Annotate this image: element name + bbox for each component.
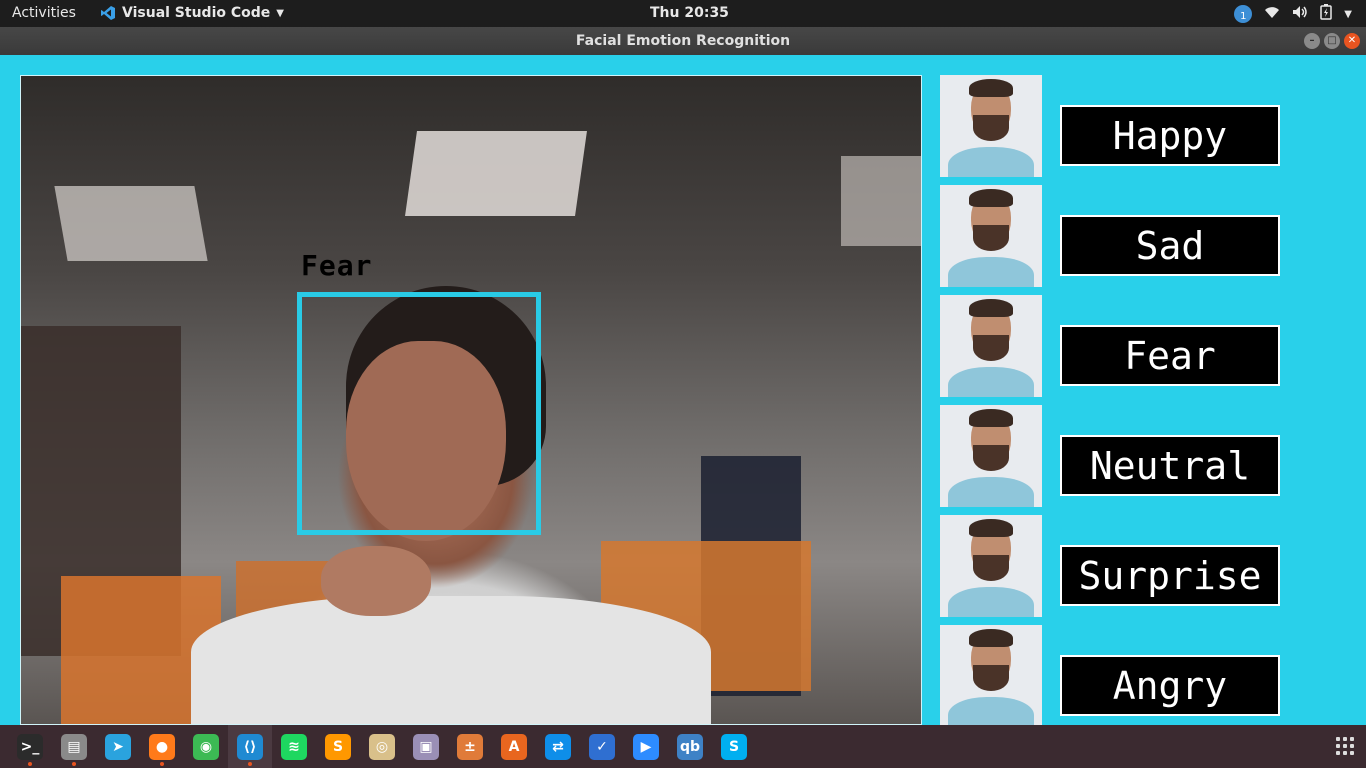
volume-icon: [1292, 5, 1308, 23]
emotion-button-fear[interactable]: Fear: [1060, 325, 1280, 386]
wifi-icon: [1264, 5, 1280, 23]
ceiling-light: [405, 131, 587, 216]
dock-item-terminal[interactable]: >_: [8, 725, 52, 768]
detected-emotion-label: Fear: [301, 249, 373, 282]
vscode-icon: ⟨⟩: [237, 733, 263, 760]
running-indicator: [248, 762, 252, 766]
system-tray[interactable]: 1 ▼: [1234, 4, 1352, 24]
screenshot-icon: ▣: [413, 733, 439, 760]
running-indicator: [28, 762, 32, 766]
emotion-button-surprise[interactable]: Surprise: [1060, 545, 1280, 606]
dock-item-vscode[interactable]: ⟨⟩: [228, 725, 272, 768]
notification-badge[interactable]: 1: [1234, 5, 1253, 23]
app-menu[interactable]: Visual Studio Code ▼: [100, 5, 284, 21]
dock-item-software-center[interactable]: A: [492, 725, 536, 768]
window-title: Facial Emotion Recognition: [575, 33, 791, 49]
emotion-image-happy: [940, 75, 1042, 177]
dock-item-music-player[interactable]: ◎: [360, 725, 404, 768]
emotion-row-sad: Sad: [940, 185, 1280, 287]
chevron-down-icon: ▼: [276, 7, 284, 19]
emotion-row-surprise: Surprise: [940, 515, 1280, 617]
clock[interactable]: Thu 20:35: [650, 5, 729, 21]
dock-item-calculator[interactable]: ±: [448, 725, 492, 768]
camera-feed: Fear: [20, 75, 922, 725]
show-applications-icon[interactable]: [1336, 737, 1354, 755]
zoom-icon: ▶: [633, 733, 659, 760]
person-shirt: [191, 596, 711, 724]
emotion-image-fear: [940, 295, 1042, 397]
ceiling-light: [841, 156, 921, 246]
qbittorrent-icon: qb: [677, 733, 703, 760]
dock-item-teamviewer[interactable]: ⇄: [536, 725, 580, 768]
vscode-icon: [100, 5, 116, 21]
emotion-button-sad[interactable]: Sad: [1060, 215, 1280, 276]
dock-item-zoom[interactable]: ▶: [624, 725, 668, 768]
emotion-row-neutral: Neutral: [940, 405, 1280, 507]
running-indicator: [160, 762, 164, 766]
software-center-icon: A: [501, 733, 527, 760]
dock-item-telegram[interactable]: ➤: [96, 725, 140, 768]
emotion-image-neutral: [940, 405, 1042, 507]
dock: >_ ▤ ➤ ● ◉ ⟨⟩ ≋ S ◎ ▣ ± A ⇄ ✓ ▶ qb S: [0, 725, 1366, 768]
calculator-icon: ±: [457, 733, 483, 760]
files-icon: ▤: [61, 733, 87, 760]
person-hand: [321, 546, 431, 616]
minimize-button[interactable]: –: [1304, 33, 1320, 49]
music-player-icon: ◎: [369, 733, 395, 760]
emotion-button-neutral[interactable]: Neutral: [1060, 435, 1280, 496]
firefox-icon: ●: [149, 733, 175, 760]
dock-item-screenshot[interactable]: ▣: [404, 725, 448, 768]
system-menu-chevron-icon: ▼: [1344, 8, 1352, 20]
window-titlebar[interactable]: Facial Emotion Recognition – □ ✕: [0, 27, 1366, 55]
emotion-button-angry[interactable]: Angry: [1060, 655, 1280, 716]
emotion-row-fear: Fear: [940, 295, 1280, 397]
emotion-row-angry: Angry: [940, 625, 1280, 727]
dock-item-spotify[interactable]: ≋: [272, 725, 316, 768]
activities-button[interactable]: Activities: [12, 5, 76, 21]
dock-item-skype[interactable]: S: [712, 725, 756, 768]
battery-icon: [1320, 4, 1333, 24]
close-button[interactable]: ✕: [1344, 33, 1360, 49]
dock-item-files[interactable]: ▤: [52, 725, 96, 768]
teamviewer-icon: ⇄: [545, 733, 571, 760]
emotion-image-surprise: [940, 515, 1042, 617]
terminal-icon: >_: [17, 733, 43, 760]
spotify-icon: ≋: [281, 733, 307, 760]
emotion-row-happy: Happy: [940, 75, 1280, 177]
face-detection-box: [297, 292, 541, 535]
telegram-icon: ➤: [105, 733, 131, 760]
chrome-icon: ◉: [193, 733, 219, 760]
sublime-icon: S: [325, 733, 351, 760]
app-name: Visual Studio Code: [122, 5, 271, 21]
dock-item-tasks[interactable]: ✓: [580, 725, 624, 768]
tasks-icon: ✓: [589, 733, 615, 760]
emotion-button-happy[interactable]: Happy: [1060, 105, 1280, 166]
dock-item-sublime[interactable]: S: [316, 725, 360, 768]
dock-item-firefox[interactable]: ●: [140, 725, 184, 768]
maximize-button[interactable]: □: [1324, 33, 1340, 49]
dock-item-qbittorrent[interactable]: qb: [668, 725, 712, 768]
ceiling-light: [54, 186, 208, 261]
top-bar: Activities Visual Studio Code ▼ Thu 20:3…: [0, 0, 1366, 27]
emotion-image-angry: [940, 625, 1042, 727]
dock-item-chrome[interactable]: ◉: [184, 725, 228, 768]
running-indicator: [72, 762, 76, 766]
emotion-image-sad: [940, 185, 1042, 287]
skype-icon: S: [721, 733, 747, 760]
